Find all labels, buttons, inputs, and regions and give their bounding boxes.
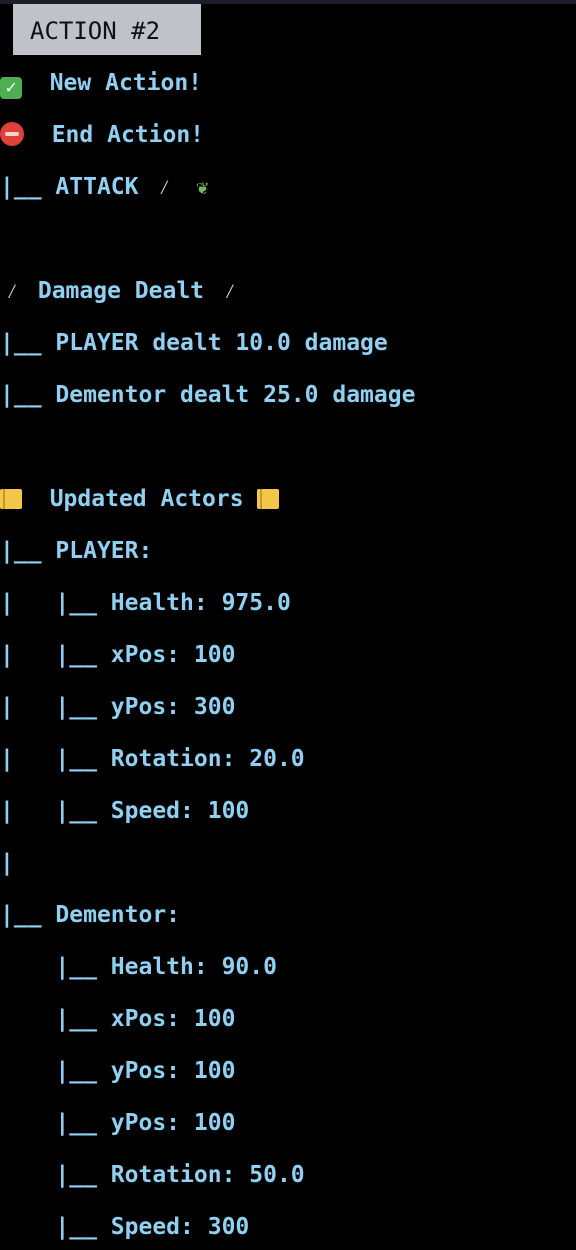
dementor-stat-row: |__ Speed: 300 [0,1212,249,1242]
tree-branch: |__ [0,382,42,408]
player-stat-row: | |__ Health: 975.0 [0,588,291,618]
tree-branch: | |__ [0,798,97,824]
stat-text: yPos: 100 [110,1110,236,1136]
ledger-icon [0,489,22,509]
stat-text: Health: 975.0 [110,590,291,616]
stat-text: yPos: 300 [110,694,236,720]
actor-player-row: |__ PLAYER: [0,536,152,566]
stat-text: Speed: 100 [110,798,250,824]
damage-dealt-title: Damage Dealt [37,278,205,304]
player-stat-row: | |__ Rotation: 20.0 [0,744,305,774]
dementor-stat-row: |__ Health: 90.0 [0,952,277,982]
actor-name: PLAYER: [55,538,153,564]
tree-branch: | |__ [0,694,97,720]
tree-branch: |__ [0,954,97,980]
player-stat-row: | |__ Speed: 100 [0,796,249,826]
attack-line: |__ ATTACK ⁄ ❦ [0,172,214,202]
stat-text: Speed: 300 [110,1214,250,1240]
tree-branch: | |__ [0,590,97,616]
new-action-line: ✓ New Action! [0,68,203,99]
damage-dealt-header: ⁄ Damage Dealt ⁄ [0,276,242,306]
stop-sign-icon [0,122,24,146]
stat-text: Health: 90.0 [110,954,277,980]
leaf-icon: ❦ [196,175,209,199]
sword-icon: ⁄ [5,279,18,303]
damage-text: PLAYER dealt 10.0 damage [55,330,388,356]
damage-text: Dementor dealt 25.0 damage [55,382,416,408]
end-action-text: End Action! [51,122,205,148]
dementor-stat-row: |__ xPos: 100 [0,1004,235,1034]
tree-branch: |__ [0,1110,97,1136]
damage-row: |__ PLAYER dealt 10.0 damage [0,328,388,358]
stat-text: yPos: 100 [110,1058,236,1084]
updated-actors-header: Updated Actors [0,484,280,514]
tree-branch: | |__ [0,746,97,772]
new-action-text: New Action! [49,70,203,96]
sword-icon: ⁄ [223,279,236,303]
dementor-stat-row: |__ Rotation: 50.0 [0,1160,305,1190]
tree-branch: |__ [0,1214,97,1240]
actor-name: Dementor: [55,902,181,928]
end-action-line: End Action! [0,120,204,150]
tree-branch: |__ [0,1058,97,1084]
tree-branch: |__ [0,902,42,928]
magic-wand-icon: ⁄ [158,175,171,199]
tree-branch: | [0,850,14,876]
stat-text: Rotation: 20.0 [110,746,305,772]
check-mark-icon: ✓ [0,77,22,99]
stat-text: Rotation: 50.0 [110,1162,305,1188]
player-stat-row: | |__ yPos: 300 [0,692,235,722]
stat-text: xPos: 100 [110,1006,236,1032]
stat-text: xPos: 100 [110,642,236,668]
player-tree-trail: | [0,848,14,878]
attack-text: ATTACK [55,174,139,200]
tree-branch: |__ [0,538,42,564]
tree-branch: |__ [0,1006,97,1032]
action-number-badge: ACTION #2 [13,4,201,55]
damage-row: |__ Dementor dealt 25.0 damage [0,380,415,410]
dementor-stat-row: |__ yPos: 100 [0,1056,235,1086]
ledger-icon [257,489,280,509]
tree-branch: |__ [0,1162,97,1188]
actor-dementor-row: |__ Dementor: [0,900,180,930]
updated-actors-title: Updated Actors [49,486,244,512]
dementor-stat-row: |__ yPos: 100 [0,1108,235,1138]
player-stat-row: | |__ xPos: 100 [0,640,235,670]
tree-branch: |__ [0,330,42,356]
tree-branch: | |__ [0,642,97,668]
tree-branch: |__ [0,174,42,200]
